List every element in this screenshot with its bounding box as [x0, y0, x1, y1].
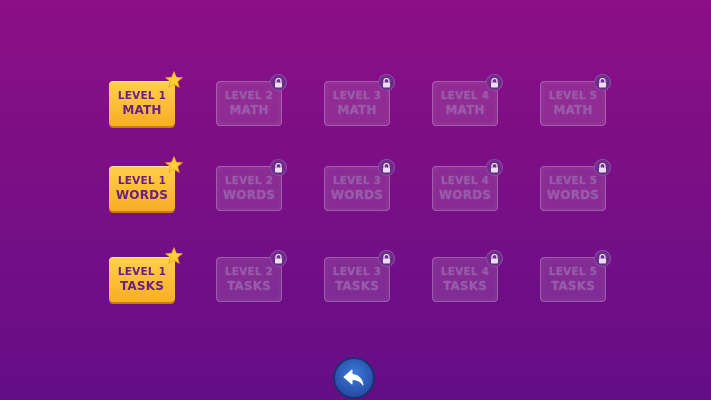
- star-icon: [165, 247, 183, 265]
- level-2-tasks-button[interactable]: LEVEL 2 TASKS: [216, 250, 287, 302]
- lock-icon: [270, 250, 287, 267]
- star-icon: [165, 71, 183, 89]
- level-2-words-button[interactable]: LEVEL 2 WORDS: [216, 159, 287, 211]
- level-3-words-button[interactable]: LEVEL 3 WORDS: [324, 159, 395, 211]
- level-label: LEVEL 1: [117, 175, 167, 188]
- lock-icon: [378, 159, 395, 176]
- lock-icon: [270, 74, 287, 91]
- level-label: LEVEL 5: [548, 266, 598, 279]
- lock-icon: [486, 159, 503, 176]
- category-label: MATH: [122, 102, 162, 117]
- level-4-words-button[interactable]: LEVEL 4 WORDS: [432, 159, 503, 211]
- level-label: LEVEL 5: [548, 90, 598, 103]
- level-3-tasks-button[interactable]: LEVEL 3 TASKS: [324, 250, 395, 302]
- level-row-words: LEVEL 1 WORDS LEVEL 2 WORDS LEVEL 3 WORD…: [109, 156, 611, 216]
- level-label: LEVEL 3: [332, 175, 382, 188]
- category-label: TASKS: [442, 278, 488, 293]
- category-label: MATH: [553, 102, 593, 117]
- star-icon: [165, 156, 183, 174]
- level-label: LEVEL 1: [117, 90, 167, 103]
- level-label: LEVEL 2: [224, 90, 274, 103]
- level-4-math-button[interactable]: LEVEL 4 MATH: [432, 74, 503, 126]
- category-label: MATH: [229, 102, 269, 117]
- level-4-tasks-button[interactable]: LEVEL 4 TASKS: [432, 250, 503, 302]
- level-label: LEVEL 4: [440, 266, 490, 279]
- category-label: TASKS: [550, 278, 596, 293]
- level-label: LEVEL 2: [224, 266, 274, 279]
- lock-icon: [594, 250, 611, 267]
- level-1-tasks-button[interactable]: LEVEL 1 TASKS: [109, 247, 183, 302]
- category-label: TASKS: [334, 278, 380, 293]
- lock-icon: [378, 250, 395, 267]
- category-label: WORDS: [330, 187, 384, 202]
- level-select-grid: LEVEL 1 MATH LEVEL 2 MATH LEVEL 3 MATH L…: [0, 0, 711, 400]
- back-button[interactable]: [333, 357, 375, 399]
- level-label: LEVEL 4: [440, 175, 490, 188]
- back-arrow-icon: [343, 369, 364, 386]
- level-3-math-button[interactable]: LEVEL 3 MATH: [324, 74, 395, 126]
- category-label: TASKS: [226, 278, 272, 293]
- category-label: TASKS: [119, 278, 165, 293]
- level-row-math: LEVEL 1 MATH LEVEL 2 MATH LEVEL 3 MATH L…: [109, 71, 611, 131]
- level-label: LEVEL 5: [548, 175, 598, 188]
- level-label: LEVEL 2: [224, 175, 274, 188]
- level-2-math-button[interactable]: LEVEL 2 MATH: [216, 74, 287, 126]
- category-label: WORDS: [438, 187, 492, 202]
- category-label: WORDS: [222, 187, 276, 202]
- lock-icon: [594, 74, 611, 91]
- category-label: WORDS: [546, 187, 600, 202]
- lock-icon: [486, 250, 503, 267]
- level-label: LEVEL 3: [332, 90, 382, 103]
- category-label: MATH: [337, 102, 377, 117]
- level-5-tasks-button[interactable]: LEVEL 5 TASKS: [540, 250, 611, 302]
- level-5-math-button[interactable]: LEVEL 5 MATH: [540, 74, 611, 126]
- level-1-math-button[interactable]: LEVEL 1 MATH: [109, 71, 183, 126]
- lock-icon: [270, 159, 287, 176]
- category-label: WORDS: [115, 187, 169, 202]
- level-label: LEVEL 4: [440, 90, 490, 103]
- lock-icon: [486, 74, 503, 91]
- category-label: MATH: [445, 102, 485, 117]
- level-5-words-button[interactable]: LEVEL 5 WORDS: [540, 159, 611, 211]
- level-label: LEVEL 3: [332, 266, 382, 279]
- level-1-words-button[interactable]: LEVEL 1 WORDS: [109, 156, 183, 211]
- level-label: LEVEL 1: [117, 266, 167, 279]
- lock-icon: [594, 159, 611, 176]
- level-row-tasks: LEVEL 1 TASKS LEVEL 2 TASKS LEVEL 3 TASK…: [109, 247, 611, 307]
- lock-icon: [378, 74, 395, 91]
